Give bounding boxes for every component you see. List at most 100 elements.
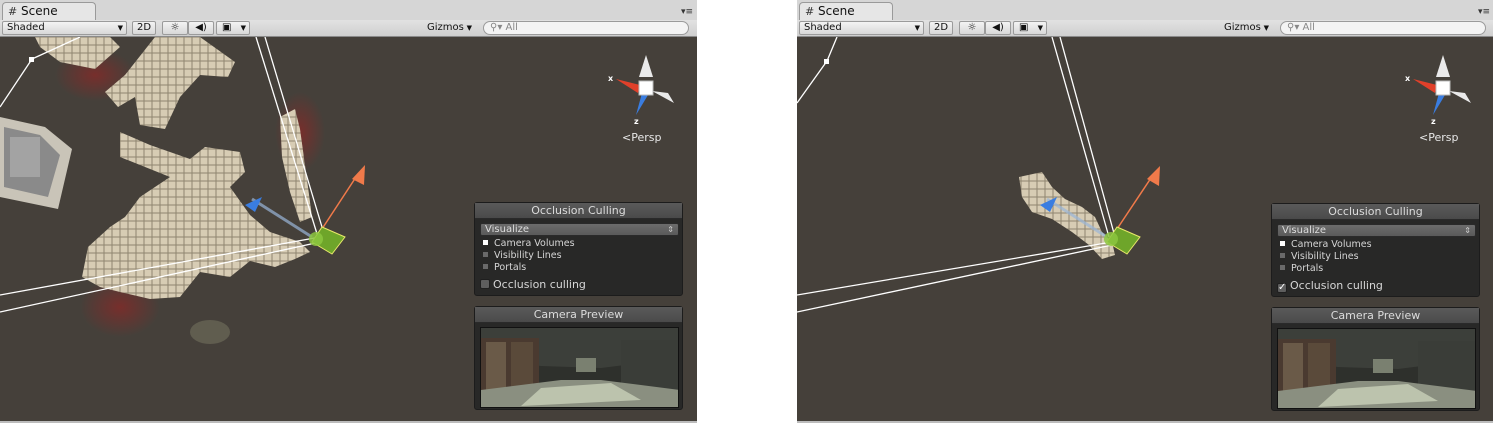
projection-label: Persp bbox=[1428, 131, 1459, 144]
building-object bbox=[0, 117, 72, 209]
visualize-dropdown[interactable]: Visualize ⇕ bbox=[480, 223, 679, 236]
occlusion-culling-title: Occlusion Culling bbox=[1272, 204, 1479, 220]
chevron-down-icon: ▼ bbox=[466, 24, 472, 32]
scene-window-right: # Scene ▾≡ Shaded ▼ 2D ☼ ◀) ▣ ▼ Gizmos ▼… bbox=[797, 0, 1493, 423]
scene-grid-icon: # bbox=[8, 5, 18, 18]
projection-toggle[interactable]: <Persp bbox=[1419, 131, 1458, 144]
projection-toggle[interactable]: <Persp bbox=[622, 131, 661, 144]
draw-mode-dropdown[interactable]: Shaded ▼ bbox=[2, 21, 127, 35]
scene-window-left: # Scene ▾≡ Shaded ▼ 2D ☼ ◀) ▣ ▼ Gizmos ▼… bbox=[0, 0, 697, 423]
chevron-down-icon: ▼ bbox=[117, 24, 123, 32]
visualize-dropdown[interactable]: Visualize ⇕ bbox=[1277, 224, 1476, 237]
draw-mode-dropdown[interactable]: Shaded ▼ bbox=[799, 21, 924, 35]
camera-preview-title: Camera Preview bbox=[1272, 308, 1479, 324]
camera-preview-panel: Camera Preview bbox=[474, 306, 683, 410]
persp-icon: < bbox=[1419, 131, 1429, 144]
scene-toolbar: Shaded ▼ 2D ☼ ◀) ▣ ▼ Gizmos ▼ ⚲▾ All bbox=[0, 20, 697, 37]
search-input[interactable]: ⚲▾ All bbox=[1280, 21, 1486, 35]
occlusion-culling-panel: Occlusion Culling Visualize ⇕ Camera Vol… bbox=[1271, 203, 1480, 297]
visualize-label: Visualize bbox=[485, 224, 530, 235]
option-portals[interactable]: Portals bbox=[1280, 263, 1323, 275]
option-label: Visibility Lines bbox=[1291, 251, 1359, 262]
speaker-icon: ◀) bbox=[195, 22, 207, 33]
option-label: Camera Volumes bbox=[1291, 239, 1372, 250]
image-icon: ▣ bbox=[1019, 22, 1029, 33]
orientation-gizmo[interactable] bbox=[1403, 55, 1483, 135]
draw-mode-label: Shaded bbox=[7, 22, 45, 33]
search-icon: ⚲▾ bbox=[1287, 22, 1300, 33]
option-camera-volumes[interactable]: Camera Volumes bbox=[1280, 239, 1372, 251]
scene-effects-button[interactable]: ▣ ▼ bbox=[1013, 21, 1047, 35]
occlusion-culling-label: Occlusion culling bbox=[493, 278, 586, 291]
window-menu-icon[interactable]: ▾≡ bbox=[681, 8, 693, 17]
gizmo-x-label: x bbox=[1405, 74, 1411, 83]
option-label: Portals bbox=[494, 262, 527, 273]
tab-strip: # Scene ▾≡ bbox=[797, 0, 1493, 20]
visualize-label: Visualize bbox=[1282, 225, 1327, 236]
scene-grid-icon: # bbox=[805, 5, 815, 18]
2d-toggle-label: 2D bbox=[933, 22, 949, 33]
option-visibility-lines[interactable]: Visibility Lines bbox=[1280, 251, 1359, 263]
option-portals[interactable]: Portals bbox=[483, 262, 526, 274]
gizmos-label: Gizmos bbox=[1224, 22, 1261, 33]
scene-lighting-button[interactable]: ☼ bbox=[162, 21, 188, 35]
2d-toggle-button[interactable]: 2D bbox=[929, 21, 953, 35]
chevron-down-icon: ▼ bbox=[240, 24, 246, 32]
tab-scene[interactable]: # Scene bbox=[2, 2, 96, 20]
toggle-indicator bbox=[483, 240, 488, 245]
scene-toolbar: Shaded ▼ 2D ☼ ◀) ▣ ▼ Gizmos ▼ ⚲▾ All bbox=[797, 20, 1493, 37]
search-input[interactable]: ⚲▾ All bbox=[483, 21, 689, 35]
toggle-indicator bbox=[483, 252, 488, 257]
occlusion-culling-panel: Occlusion Culling Visualize ⇕ Camera Vol… bbox=[474, 202, 683, 296]
toggle-indicator bbox=[1280, 253, 1285, 258]
camera-preview-panel: Camera Preview bbox=[1271, 307, 1480, 411]
scene-audio-button[interactable]: ◀) bbox=[188, 21, 214, 35]
tab-strip: # Scene ▾≡ bbox=[0, 0, 697, 20]
window-bottom-border bbox=[797, 421, 1493, 423]
scene-effects-button[interactable]: ▣ ▼ bbox=[216, 21, 250, 35]
chevron-down-icon: ▼ bbox=[1037, 24, 1043, 32]
scene-audio-button[interactable]: ◀) bbox=[985, 21, 1011, 35]
option-camera-volumes[interactable]: Camera Volumes bbox=[483, 238, 575, 250]
option-label: Camera Volumes bbox=[494, 238, 575, 249]
2d-toggle-button[interactable]: 2D bbox=[132, 21, 156, 35]
occlusion-culling-checkbox[interactable]: ✓ bbox=[1277, 283, 1287, 293]
occlusion-culling-toggle[interactable]: ✓ Occlusion culling bbox=[1277, 279, 1383, 293]
toggle-indicator bbox=[1280, 241, 1285, 246]
projection-label: Persp bbox=[631, 131, 662, 144]
option-visibility-lines[interactable]: Visibility Lines bbox=[483, 250, 562, 262]
gizmo-x-label: x bbox=[608, 74, 614, 83]
sun-icon: ☼ bbox=[967, 22, 977, 33]
chevron-down-icon: ▼ bbox=[914, 24, 920, 32]
search-icon: ⚲▾ bbox=[490, 22, 503, 33]
occlusion-culling-title: Occlusion Culling bbox=[475, 203, 682, 219]
occlusion-culling-checkbox[interactable] bbox=[480, 279, 490, 289]
camera-preview-title: Camera Preview bbox=[475, 307, 682, 323]
toggle-indicator bbox=[483, 264, 488, 269]
scene-lighting-button[interactable]: ☼ bbox=[959, 21, 985, 35]
gizmos-dropdown[interactable]: Gizmos ▼ bbox=[1219, 21, 1273, 35]
frustum-handle[interactable] bbox=[824, 59, 829, 64]
tab-scene[interactable]: # Scene bbox=[799, 2, 893, 20]
2d-toggle-label: 2D bbox=[136, 22, 152, 33]
camera-frustum-lines bbox=[797, 37, 1116, 313]
option-label: Portals bbox=[1291, 263, 1324, 274]
speaker-icon: ◀) bbox=[992, 22, 1004, 33]
updown-arrows-icon: ⇕ bbox=[1464, 226, 1471, 235]
occlusion-culling-toggle[interactable]: Occlusion culling bbox=[480, 278, 586, 291]
window-menu-icon[interactable]: ▾≡ bbox=[1478, 8, 1490, 17]
sun-icon: ☼ bbox=[170, 22, 180, 33]
gizmo-z-label: z bbox=[634, 117, 639, 126]
option-label: Visibility Lines bbox=[494, 250, 562, 261]
camera-preview-image bbox=[480, 327, 679, 408]
window-bottom-border bbox=[0, 421, 697, 423]
tab-scene-label: Scene bbox=[818, 4, 855, 18]
gizmo-z-label: z bbox=[1431, 117, 1436, 126]
occlusion-culling-label: Occlusion culling bbox=[1290, 279, 1383, 292]
frustum-handle[interactable] bbox=[29, 57, 34, 62]
gizmos-dropdown[interactable]: Gizmos ▼ bbox=[422, 21, 476, 35]
camera-preview-image bbox=[1277, 328, 1476, 409]
updown-arrows-icon: ⇕ bbox=[667, 225, 674, 234]
image-icon: ▣ bbox=[222, 22, 232, 33]
orientation-gizmo[interactable] bbox=[606, 55, 686, 135]
